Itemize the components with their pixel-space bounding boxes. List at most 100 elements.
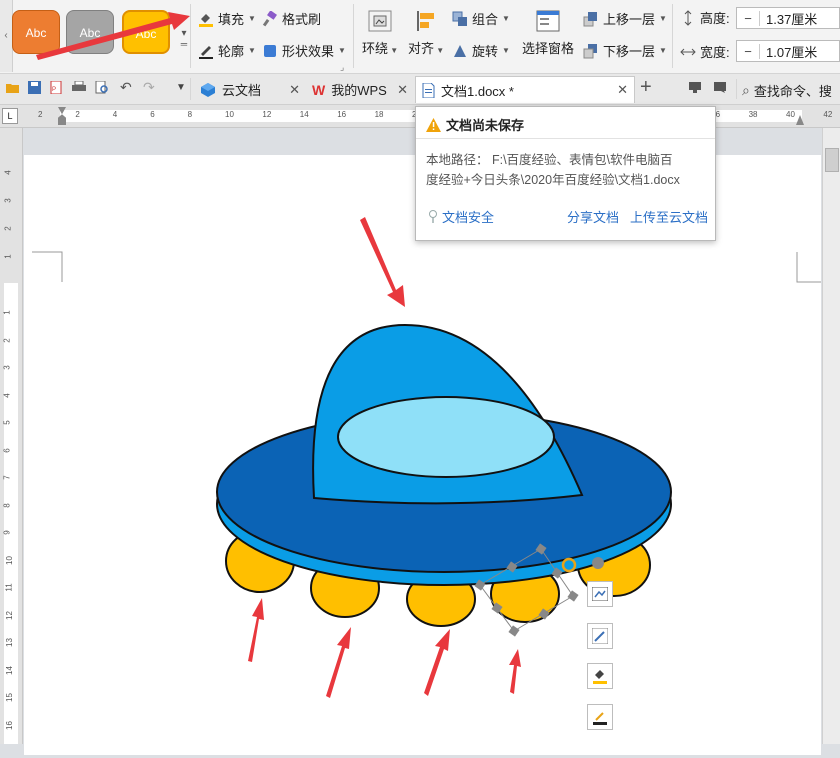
selection-pane-button[interactable]: 选择窗格 [522, 10, 574, 57]
width-input[interactable]: 1.07厘米 [760, 42, 817, 61]
wrap-button[interactable]: 环绕 ▼ [362, 10, 398, 57]
close-icon[interactable]: ✕ [617, 82, 628, 98]
vertical-scrollbar[interactable] [822, 128, 840, 744]
upload-cloud-link[interactable]: 上传至云文档 [630, 207, 708, 226]
quick-access-menu-icon[interactable]: ▼ [176, 82, 186, 93]
height-spinner[interactable]: − 1.37厘米 [736, 7, 840, 29]
unsaved-document-tooltip: 文档尚未保存 本地路径： F:\百度经验、表情包\软件电脑百 度经验+今日头条\… [415, 106, 716, 241]
ruler-tick-label: 8 [187, 110, 193, 119]
red-arrow-icon [36, 12, 190, 60]
chevron-down-icon: ▼ [659, 46, 667, 55]
ruler-tick-label: 10 [4, 555, 14, 565]
share-document-link[interactable]: 分享文档 [567, 207, 619, 226]
command-search[interactable]: ⌕ 查找命令、搜 [742, 81, 832, 100]
red-arrow-icon [424, 629, 450, 696]
height-control: 高度: [680, 8, 730, 27]
vertical-ruler[interactable]: 4 3 2 1 1 2 3 4 5 6 7 8 9 10 11 12 13 14 15 16 [0, 128, 23, 744]
text-wrap-icon [368, 10, 392, 32]
search-icon: ⌕ [742, 82, 750, 98]
selection-pane-icon [536, 10, 560, 32]
print-preview-icon[interactable] [95, 81, 109, 94]
line-color-button[interactable] [587, 704, 613, 730]
tab-my-wps[interactable]: W 我的WPS ✕ [306, 76, 414, 103]
chevron-down-icon: ▼ [659, 14, 667, 23]
divider [416, 138, 715, 139]
document-page[interactable] [24, 155, 821, 755]
rotate-button[interactable]: 旋转 ▼ [452, 41, 510, 60]
margin-corner-mark [32, 251, 63, 282]
ruler-tick-label: 6 [2, 447, 12, 453]
red-arrow-icon [248, 598, 264, 662]
close-icon[interactable]: ✕ [289, 82, 300, 98]
document-security-link[interactable]: 文档安全 [428, 207, 494, 226]
layout-options-button[interactable] [587, 581, 613, 607]
resize-handle[interactable] [508, 625, 520, 637]
close-icon[interactable]: ✕ [397, 82, 408, 98]
send-backward-button[interactable]: 下移一层 ▼ [583, 41, 667, 60]
export-pdf-icon[interactable]: P [50, 81, 63, 94]
chevron-down-icon: ▼ [434, 46, 445, 55]
print-icon[interactable] [72, 81, 86, 94]
chevron-down-icon: ▼ [248, 46, 256, 55]
group-button[interactable]: 组合 ▼ [452, 9, 510, 28]
ruler-tick-label: 4 [3, 170, 13, 175]
ruler-tick-label: 4 [112, 110, 118, 119]
wps-logo-icon: W [312, 81, 326, 98]
security-link-label[interactable]: 文档安全 [442, 207, 494, 226]
dialog-launcher-icon[interactable]: ⌟ [340, 62, 344, 73]
red-arrow-icon [360, 217, 405, 307]
outline-label: 轮廓 [218, 44, 245, 59]
ruler-tick-label: 42 [823, 110, 833, 119]
pen-icon [592, 628, 608, 644]
outline-button[interactable]: 轮廓 ▼ [198, 41, 256, 60]
save-icon[interactable] [28, 81, 41, 94]
warning-icon [426, 117, 441, 132]
paint-bucket-icon [593, 670, 607, 684]
adjust-handle[interactable] [592, 557, 604, 569]
ruler-tick-label: 38 [748, 110, 758, 119]
align-icon [417, 11, 435, 31]
red-arrow-icon [509, 649, 521, 694]
paint-bucket-icon [199, 13, 213, 27]
height-input[interactable]: 1.37厘米 [760, 9, 817, 28]
path-line: 本地路径： F:\百度经验、表情包\软件电脑百 [426, 153, 673, 167]
width-decrement-button[interactable]: − [737, 43, 760, 59]
document-icon [422, 82, 435, 98]
height-decrement-button[interactable]: − [737, 10, 760, 26]
command-search-label: 查找命令、搜 [753, 84, 832, 99]
svg-text:P: P [52, 87, 56, 93]
tab-list-icon[interactable] [714, 82, 726, 93]
redo-icon[interactable]: ↷ [143, 79, 155, 96]
new-tab-icon[interactable]: + [640, 76, 652, 99]
ruler-tick-label: 13 [4, 638, 14, 647]
ruler-tick-label: 15 [4, 693, 14, 702]
undo-icon[interactable]: ↶ [120, 79, 132, 96]
shape-outline-button[interactable] [587, 623, 613, 649]
ufo-window[interactable] [337, 396, 555, 478]
tab-cloud-docs[interactable]: 云文档 ✕ [194, 76, 306, 103]
window-mode-icon[interactable] [689, 82, 701, 93]
bring-forward-button[interactable]: 上移一层 ▼ [583, 9, 667, 28]
bring-forward-icon [583, 11, 597, 26]
shape-effect-button[interactable]: 形状效果 ▼ [262, 41, 346, 60]
ruler-tick-label: 4 [2, 392, 12, 398]
width-spinner[interactable]: − 1.07厘米 [736, 40, 840, 62]
width-control: 宽度: [680, 42, 730, 61]
ruler-tick-label: 18 [374, 110, 384, 119]
tab-document1[interactable]: 文档1.docx * ✕ [415, 76, 635, 103]
ruler-tick-label: 1 [2, 310, 12, 315]
scrollbar-thumb[interactable] [825, 148, 839, 172]
shape-effect-label: 形状效果 [282, 44, 335, 59]
tab-label: 文档1.docx * [441, 83, 514, 99]
fill-button[interactable]: 填充 ▼ [198, 9, 256, 28]
ruler-tick-label: 16 [4, 720, 14, 730]
format-painter-button[interactable]: 格式刷 [262, 9, 321, 28]
open-folder-icon[interactable] [6, 82, 20, 94]
resize-handle[interactable] [567, 590, 579, 602]
ruler-tick-label: 11 [4, 583, 14, 592]
align-button[interactable]: 对齐 ▼ [408, 10, 444, 57]
divider [672, 4, 673, 68]
shape-fill-button[interactable] [587, 663, 613, 689]
ruler-tick-label: 3 [2, 365, 12, 370]
security-pin-icon [429, 210, 437, 223]
